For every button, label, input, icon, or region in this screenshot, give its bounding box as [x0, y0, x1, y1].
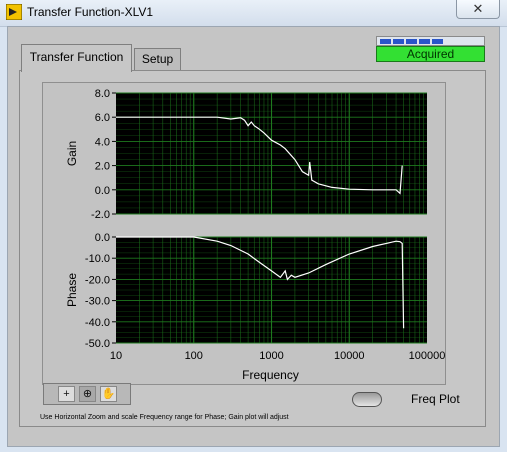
phase-x-tick-label: 10 [110, 350, 122, 362]
phase-x-tick-label: 1000 [259, 350, 283, 362]
freq-plot-label: Freq Plot [411, 392, 460, 406]
phase-y-tick-label: -20.0 [85, 274, 110, 286]
gain-y-tick-label: 8.0 [95, 88, 110, 100]
phase-y-tick-label: -40.0 [85, 317, 110, 329]
phase-y-tick-label: -10.0 [85, 253, 110, 265]
gain-y-tick-label: 2.0 [95, 161, 110, 173]
phase-x-tick-label: 100 [185, 350, 203, 362]
phase-y-tick-label: 0.0 [95, 232, 110, 244]
crosshair-tool-button[interactable]: + [58, 386, 75, 402]
hint-text: Use Horizontal Zoom and scale Frequency … [40, 414, 289, 421]
gain-y-tick-label: 6.0 [95, 112, 110, 124]
gain-y-tick-label: -2.0 [91, 209, 110, 221]
phase-y-tick-label: -50.0 [85, 338, 110, 350]
gain-y-tick-label: 4.0 [95, 136, 110, 148]
freq-plot-toggle[interactable] [352, 392, 382, 407]
phase-x-axis-label: Frequency [242, 368, 299, 382]
phase-x-tick-label: 10000 [334, 350, 365, 362]
phase-x-tick-label: 100000 [409, 350, 446, 362]
zoom-tool-button[interactable]: ⊕ [79, 386, 96, 402]
hand-icon: ✋ [101, 388, 116, 400]
gain-axis-label: Gain [65, 141, 79, 166]
zoom-icon: ⊕ [82, 388, 93, 400]
graph-tool-palette: + ⊕ ✋ [43, 383, 131, 405]
phase-y-tick-label: -30.0 [85, 296, 110, 308]
crosshair-icon: + [63, 388, 70, 400]
phase-axis-label: Phase [65, 273, 79, 307]
pan-tool-button[interactable]: ✋ [100, 386, 117, 402]
gain-y-tick-label: 0.0 [95, 185, 110, 197]
